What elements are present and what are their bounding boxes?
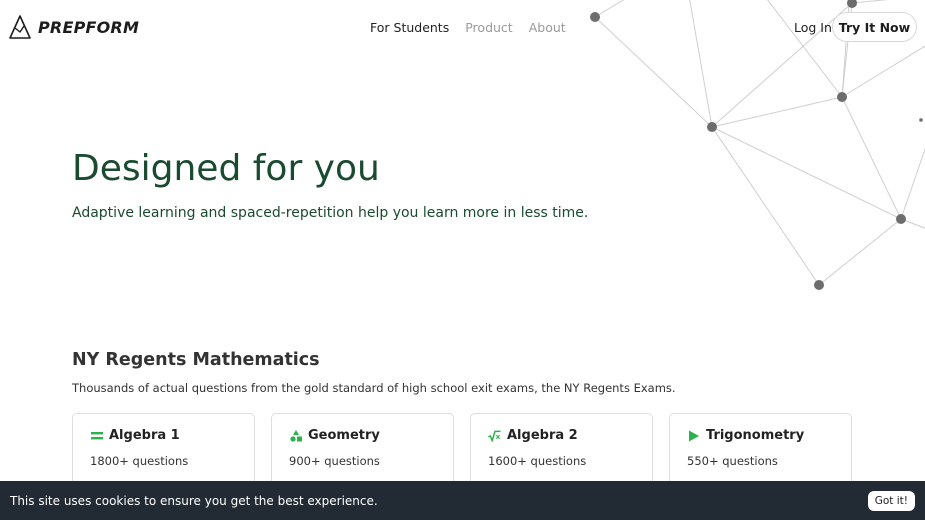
- try-it-now-button[interactable]: Try It Now: [832, 12, 917, 42]
- cookie-message: This site uses cookies to ensure you get…: [10, 493, 378, 508]
- main-nav: For Students Product About: [370, 20, 566, 35]
- card-question-count: 1800+ questions: [90, 454, 189, 468]
- play-triangle-icon: [687, 429, 700, 442]
- card-question-count: 1600+ questions: [488, 454, 587, 468]
- section-title: NY Regents Mathematics: [72, 350, 320, 370]
- nav-link-product[interactable]: Product: [465, 20, 512, 35]
- nav-link-about[interactable]: About: [529, 20, 566, 35]
- login-link[interactable]: Log In: [794, 20, 832, 35]
- hero-subtitle: Adaptive learning and spaced-repetition …: [72, 205, 589, 221]
- section-subtitle: Thousands of actual questions from the g…: [72, 381, 676, 395]
- hero-title: Designed for you: [72, 148, 380, 189]
- mountain-logo-icon: [9, 15, 31, 39]
- card-title: Algebra 1: [109, 428, 180, 443]
- brand-name: PREPFORM: [38, 17, 140, 37]
- card-question-count: 550+ questions: [687, 454, 778, 468]
- card-title: Geometry: [308, 428, 380, 443]
- cookie-banner: This site uses cookies to ensure you get…: [0, 481, 925, 520]
- nav-link-for-students[interactable]: For Students: [370, 20, 449, 35]
- shapes-icon: [289, 429, 302, 442]
- cookie-accept-button[interactable]: Got it!: [867, 490, 915, 511]
- card-title: Trigonometry: [706, 428, 805, 443]
- card-question-count: 900+ questions: [289, 454, 380, 468]
- equals-icon: [90, 429, 103, 442]
- brand-logo[interactable]: PREPFORM: [8, 14, 139, 40]
- square-root-icon: [488, 429, 501, 442]
- card-title: Algebra 2: [507, 428, 578, 443]
